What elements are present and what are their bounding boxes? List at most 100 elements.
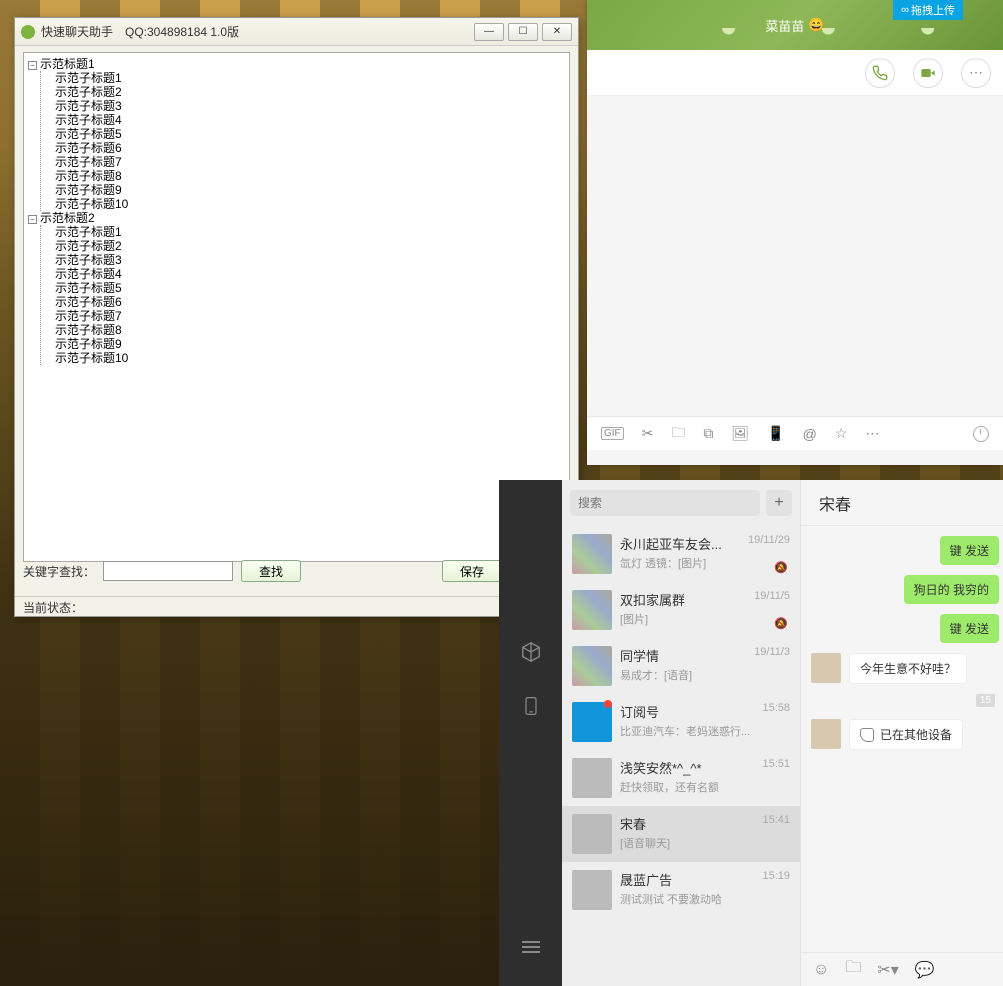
cube-icon[interactable] — [519, 640, 543, 664]
tree-leaf[interactable]: 示范子标题6 — [49, 141, 565, 155]
chat-item[interactable]: 双扣家属群 [图片] 19/11/5 🔕 — [562, 582, 800, 638]
at-icon[interactable]: @ — [803, 426, 817, 442]
search-input[interactable] — [570, 490, 760, 516]
avatar[interactable] — [811, 719, 841, 749]
tree-view[interactable]: −示范标题1示范子标题1示范子标题2示范子标题3示范子标题4示范子标题5示范子标… — [23, 52, 570, 562]
save-button[interactable]: 保存 — [442, 560, 502, 582]
tree-leaf[interactable]: 示范子标题7 — [49, 155, 565, 169]
avatar[interactable] — [811, 653, 841, 683]
hamburger-icon[interactable] — [522, 938, 540, 956]
chat-list: 永川起亚车友会... 氙灯 透镜：[图片] 19/11/29 🔕 双扣家属群 [… — [562, 526, 800, 918]
phone-icon — [860, 728, 874, 742]
phone-icon[interactable]: 📱 — [767, 425, 784, 442]
search-button[interactable]: 查找 — [241, 560, 301, 582]
avatar — [572, 870, 612, 910]
detail-header: 宋春 — [801, 480, 1003, 526]
folder-icon[interactable]: 🗀 — [671, 422, 685, 446]
scissor-icon[interactable]: ✂▾ — [877, 960, 898, 980]
phone-sidebar-icon[interactable] — [519, 694, 543, 718]
app-icon — [21, 25, 35, 39]
chat-body[interactable] — [587, 96, 1003, 416]
tree-leaf[interactable]: 示范子标题2 — [49, 239, 565, 253]
tree-leaf[interactable]: 示范子标题7 — [49, 309, 565, 323]
message-out: 键 发送 — [801, 536, 1003, 565]
chat-item[interactable]: 同学情 易成才：[语音] 19/11/3 — [562, 638, 800, 694]
chat-item[interactable]: 浅笑安然*^_^* 赶快领取，还有名额 15:51 — [562, 750, 800, 806]
tree-toggle[interactable]: − — [28, 61, 37, 70]
scissor-icon[interactable]: ✂ — [642, 425, 654, 442]
avatar — [572, 534, 612, 574]
chat-detail-panel: 宋春 键 发送 狗日的 我穷的 键 发送 今年生意不好哇？ 15 已在其他设备 … — [800, 480, 1003, 986]
chat-item[interactable]: 宋春 [语音聊天] 15:41 — [562, 806, 800, 862]
tree-leaf[interactable]: 示范子标题6 — [49, 295, 565, 309]
bottom-bar: 关键字查找： 查找 保存 刷新 — [23, 556, 570, 586]
chat-list-panel: + 永川起亚车友会... 氙灯 透镜：[图片] 19/11/29 🔕 双扣家属群… — [562, 480, 800, 986]
status-label: 当前状态： — [23, 601, 83, 615]
star-icon[interactable]: ☆ — [835, 425, 848, 442]
video-call-button[interactable] — [913, 58, 943, 88]
chat-subtitle: [语音聊天] — [620, 835, 790, 851]
call-toolbar: ⋯ — [587, 50, 1003, 96]
detail-input-toolbar: ☺ 🗀 ✂▾ 💬 — [801, 952, 1003, 986]
cloud-icon: ∞ — [901, 4, 909, 16]
avatar — [572, 758, 612, 798]
close-button[interactable]: ✕ — [542, 23, 572, 41]
more-button[interactable]: ⋯ — [961, 58, 991, 88]
image-icon[interactable]: 🖼 — [731, 425, 749, 442]
search-row: + — [562, 480, 800, 526]
wechat-sidebar — [499, 480, 562, 986]
titlebar[interactable]: 快速聊天助手 QQ:304898184 1.0版 — ☐ ✕ — [15, 18, 578, 46]
chat-time: 19/11/29 — [748, 534, 790, 546]
voice-call-button[interactable] — [865, 58, 895, 88]
tree-leaf[interactable]: 示范子标题9 — [49, 337, 565, 351]
tree-toggle[interactable]: − — [28, 215, 37, 224]
tree-node-label[interactable]: 示范标题2 — [40, 211, 95, 225]
tree-leaf[interactable]: 示范子标题10 — [49, 351, 565, 365]
new-chat-button[interactable]: + — [766, 490, 792, 516]
message-out: 狗日的 我穷的 — [801, 575, 1003, 604]
tree-leaf[interactable]: 示范子标题4 — [49, 267, 565, 281]
emoji-icon: 😄 — [808, 17, 824, 33]
chat-bubble-icon[interactable]: 💬 — [915, 960, 935, 980]
tree-leaf[interactable]: 示范子标题5 — [49, 281, 565, 295]
contact-name: 菜苗苗 — [765, 16, 804, 35]
chat-subtitle: 比亚迪汽车：老妈迷惑行... — [620, 723, 790, 739]
more-icon[interactable]: ⋯ — [865, 425, 879, 442]
tree-leaf[interactable]: 示范子标题10 — [49, 197, 565, 211]
input-toolbar: GIF ✂ 🗀 ⧉ 🖼 📱 @ ☆ ⋯ — [587, 416, 1003, 450]
keyword-label: 关键字查找： — [23, 563, 95, 580]
time-badge: 15 — [976, 694, 995, 707]
tree-leaf[interactable]: 示范子标题4 — [49, 113, 565, 127]
tree-leaf[interactable]: 示范子标题3 — [49, 99, 565, 113]
tree-leaf[interactable]: 示范子标题3 — [49, 253, 565, 267]
mute-icon: 🔕 — [774, 617, 788, 630]
detail-body[interactable]: 键 发送 狗日的 我穷的 键 发送 今年生意不好哇？ 15 已在其他设备 — [801, 526, 1003, 952]
chat-time: 15:19 — [762, 870, 790, 882]
chat-item[interactable]: 永川起亚车友会... 氙灯 透镜：[图片] 19/11/29 🔕 — [562, 526, 800, 582]
avatar — [572, 814, 612, 854]
tree-leaf[interactable]: 示范子标题1 — [49, 225, 565, 239]
chat-time: 15:41 — [762, 814, 790, 826]
keyword-input[interactable] — [103, 561, 233, 581]
tree-node-label[interactable]: 示范标题1 — [40, 57, 95, 71]
chat-subtitle: 赶快领取，还有名额 — [620, 779, 790, 795]
chat-time: 19/11/3 — [754, 646, 790, 658]
tree-leaf[interactable]: 示范子标题8 — [49, 169, 565, 183]
upload-badge[interactable]: ∞ 拖拽上传 — [893, 0, 963, 20]
gif-icon[interactable]: GIF — [601, 427, 624, 440]
folder-icon[interactable]: 🗀 — [845, 956, 861, 983]
tree-leaf[interactable]: 示范子标题5 — [49, 127, 565, 141]
tree-leaf[interactable]: 示范子标题9 — [49, 183, 565, 197]
chat-time: 15:51 — [762, 758, 790, 770]
tree-leaf[interactable]: 示范子标题8 — [49, 323, 565, 337]
history-icon[interactable] — [973, 426, 989, 442]
message-in: 已在其他设备 — [801, 719, 1003, 750]
tree-leaf[interactable]: 示范子标题2 — [49, 85, 565, 99]
capture-icon[interactable]: ⧉ — [703, 425, 713, 442]
minimize-button[interactable]: — — [474, 23, 504, 41]
tree-leaf[interactable]: 示范子标题1 — [49, 71, 565, 85]
chat-item[interactable]: 订阅号 比亚迪汽车：老妈迷惑行... 15:58 — [562, 694, 800, 750]
chat-item[interactable]: 晟蓝广告 测试测试 不要激动哈 15:19 — [562, 862, 800, 918]
maximize-button[interactable]: ☐ — [508, 23, 538, 41]
emoji-icon[interactable]: ☺ — [813, 961, 829, 979]
